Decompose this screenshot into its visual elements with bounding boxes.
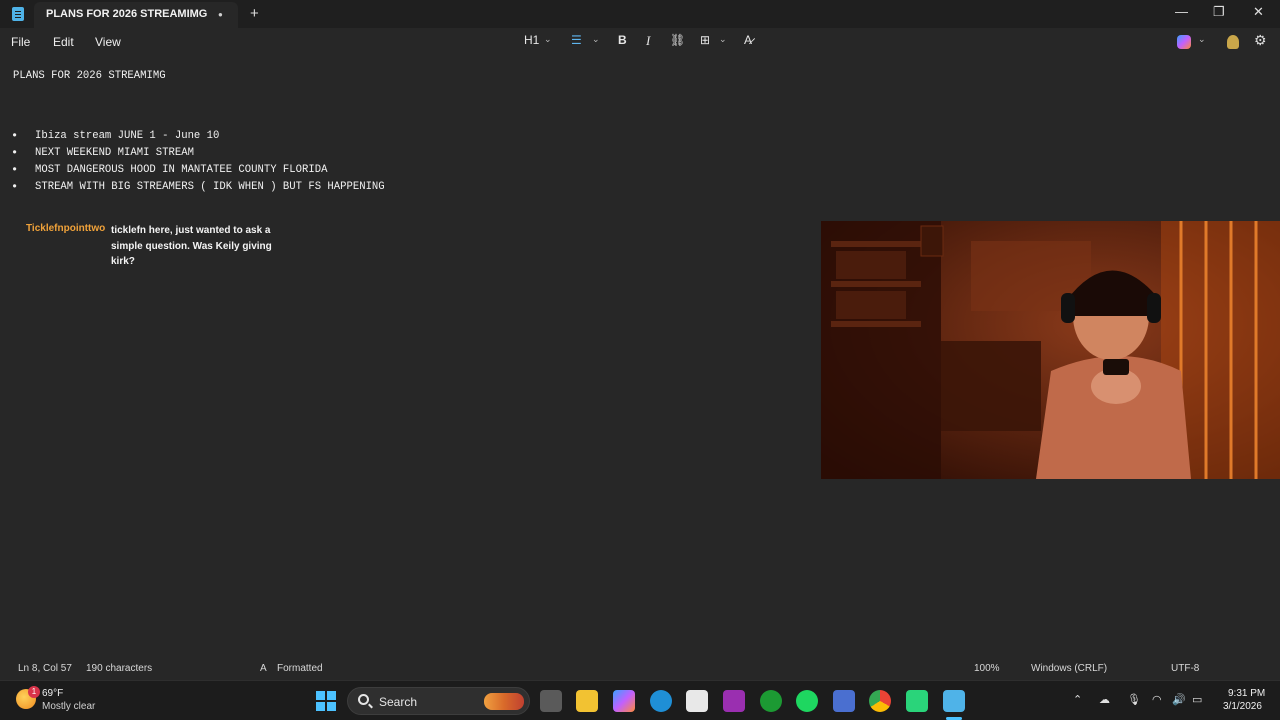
- heading-dropdown[interactable]: H1: [524, 33, 539, 47]
- taskbar: 1 69°F Mostly clear Search ⌃ ☁ 🎙 ◠ 🔊 ▭ 9…: [0, 680, 1280, 720]
- document-title-line: PLANS FOR 2026 STREAMIMG: [13, 70, 166, 82]
- task-view-icon[interactable]: [540, 690, 562, 712]
- webcam-scene-image: [821, 221, 1280, 479]
- microsoft-store-icon[interactable]: [686, 690, 708, 712]
- spotify-icon[interactable]: [796, 690, 818, 712]
- status-bar: Ln 8, Col 57 190 characters A Formatted …: [0, 656, 1280, 680]
- account-icon[interactable]: [1227, 35, 1239, 49]
- character-count: 190 characters: [86, 663, 153, 674]
- italic-button[interactable]: I: [646, 33, 650, 49]
- new-tab-button[interactable]: +: [250, 5, 259, 22]
- settings-gear-icon[interactable]: ⚙: [1254, 32, 1267, 49]
- formatted-icon: A: [260, 663, 267, 674]
- copilot-icon[interactable]: [1177, 35, 1191, 49]
- cursor-position: Ln 8, Col 57: [18, 663, 72, 674]
- clock-time[interactable]: 9:31 PM: [1228, 688, 1265, 699]
- taskbar-search-box[interactable]: Search: [347, 687, 530, 715]
- wifi-icon[interactable]: ◠: [1152, 693, 1162, 706]
- search-label: Search: [379, 695, 418, 709]
- edge-browser-icon[interactable]: [650, 690, 672, 712]
- close-button[interactable]: ✕: [1253, 4, 1264, 20]
- chat-message: ticklefn here, just wanted to ask a simp…: [111, 225, 272, 267]
- windows-logo-icon: [316, 691, 336, 711]
- chevron-up-icon[interactable]: ⌃: [1073, 693, 1082, 706]
- menu-view[interactable]: View: [95, 35, 121, 49]
- chevron-down-icon[interactable]: ⌄: [544, 34, 552, 45]
- zoom-level[interactable]: 100%: [974, 663, 1000, 674]
- tab-title: PLANS FOR 2026 STREAMIMG: [46, 8, 208, 20]
- onedrive-icon[interactable]: ☁: [1099, 693, 1110, 706]
- chrome-icon[interactable]: [869, 690, 891, 712]
- clock-date[interactable]: 3/1/2026: [1223, 701, 1262, 712]
- chat-username: Ticklefnpointtwo: [26, 223, 106, 234]
- list-item: STREAM WITH BIG STREAMERS ( IDK WHEN ) B…: [35, 181, 385, 193]
- notepad-taskbar-icon[interactable]: [943, 690, 965, 712]
- menu-edit[interactable]: Edit: [53, 35, 74, 49]
- list-icon[interactable]: ☰: [571, 33, 582, 47]
- chevron-down-icon[interactable]: ⌄: [719, 34, 727, 45]
- title-bar: PLANS FOR 2026 STREAMIMG ● + — ❐ ✕: [0, 0, 1280, 28]
- format-mode[interactable]: Formatted: [277, 663, 323, 674]
- line-ending[interactable]: Windows (CRLF): [1031, 663, 1107, 674]
- unsaved-dot-icon[interactable]: ●: [218, 10, 223, 19]
- volume-icon[interactable]: 🔊: [1172, 693, 1186, 706]
- file-explorer-icon[interactable]: [576, 690, 598, 712]
- maximize-button[interactable]: ❐: [1213, 4, 1225, 20]
- chevron-down-icon[interactable]: ⌄: [592, 34, 600, 45]
- bullet-icon: •: [11, 146, 19, 160]
- clear-formatting-icon[interactable]: A̷: [744, 33, 752, 47]
- list-item: MOST DANGEROUS HOOD IN MANTATEE COUNTY F…: [35, 164, 328, 176]
- link-icon[interactable]: ⛓: [670, 33, 685, 47]
- bullet-icon: •: [11, 129, 19, 143]
- menu-file[interactable]: File: [11, 35, 30, 49]
- weather-badge: 1: [28, 686, 40, 698]
- table-icon[interactable]: ⊞: [700, 33, 710, 47]
- microphone-icon[interactable]: 🎙: [1127, 693, 1141, 706]
- notepad-app-icon: [12, 7, 24, 21]
- search-highlight-icon: [484, 693, 524, 710]
- app-icon-purple[interactable]: [723, 690, 745, 712]
- chevron-down-icon[interactable]: ⌄: [1198, 34, 1206, 45]
- list-item: Ibiza stream JUNE 1 - June 10: [35, 130, 220, 142]
- bullet-icon: •: [11, 163, 19, 177]
- app-icon-green[interactable]: [906, 690, 928, 712]
- xbox-icon[interactable]: [760, 690, 782, 712]
- bullet-icon: •: [11, 180, 19, 194]
- copilot-taskbar-icon[interactable]: [613, 690, 635, 712]
- outlook-icon[interactable]: [833, 690, 855, 712]
- list-item: NEXT WEEKEND MIAMI STREAM: [35, 147, 194, 159]
- battery-icon[interactable]: ▭: [1192, 693, 1202, 706]
- weather-desc[interactable]: Mostly clear: [42, 701, 95, 712]
- start-windows-icon[interactable]: [315, 690, 337, 712]
- webcam-overlay: [821, 221, 1280, 479]
- menu-bar: File Edit View H1 ⌄ ☰ ⌄ B I ⛓ ⊞ ⌄ A̷ ⌄ ⚙: [0, 28, 1280, 56]
- weather-temp[interactable]: 69°F: [42, 688, 63, 699]
- tab-document[interactable]: PLANS FOR 2026 STREAMIMG ●: [34, 2, 238, 28]
- bold-button[interactable]: B: [618, 33, 627, 47]
- encoding[interactable]: UTF-8: [1171, 663, 1199, 674]
- minimize-button[interactable]: —: [1175, 4, 1188, 19]
- search-icon: [358, 694, 369, 705]
